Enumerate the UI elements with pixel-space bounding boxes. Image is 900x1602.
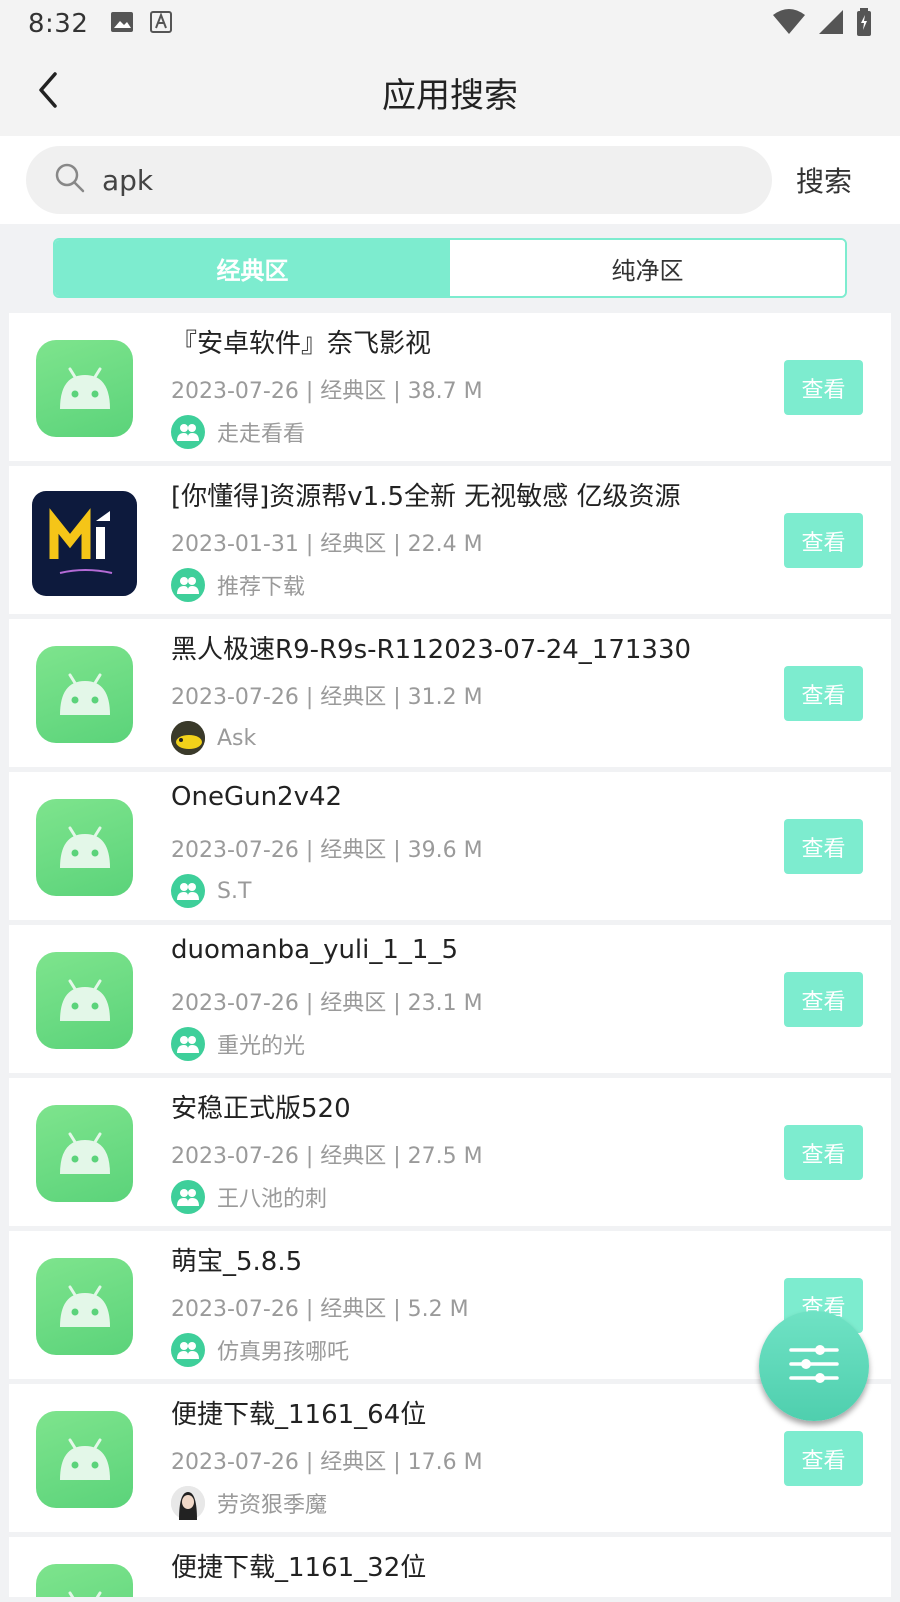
app-title: 『安卓软件』奈飞影视 [171, 329, 432, 359]
app-meta: 2023-07-26 | 经典区 | 27.5 M [171, 1144, 483, 1169]
android-icon [36, 799, 133, 896]
app-meta: 2023-07-26 | 经典区 | 39.6 M [171, 838, 483, 863]
view-button[interactable]: 查看 [784, 819, 863, 874]
user-group-icon [171, 874, 205, 908]
uploader-name: 仿真男孩哪吒 [217, 1340, 350, 1365]
list-item[interactable]: 『安卓软件』奈飞影视 2023-07-26 | 经典区 | 38.7 M 走走看… [9, 313, 891, 461]
android-icon [36, 1564, 133, 1597]
app-meta: 2023-07-26 | 经典区 | 23.1 M [171, 991, 483, 1016]
uploader-name: Ask [217, 725, 257, 751]
view-button[interactable]: 查看 [784, 360, 863, 415]
uploader[interactable]: 仿真男孩哪吒 [171, 1333, 349, 1367]
android-icon [36, 1411, 133, 1508]
app-title: duomanba_yuli_1_1_5 [171, 935, 459, 965]
uploader[interactable]: Ask [171, 721, 256, 755]
android-icon [36, 1105, 133, 1202]
app-list: 『安卓软件』奈飞影视 2023-07-26 | 经典区 | 38.7 M 走走看… [9, 313, 891, 1602]
status-bar: 8:32 [0, 0, 900, 48]
user-group-icon [171, 415, 205, 449]
uploader-name: S.T [217, 878, 252, 904]
uploader-name: 走走看看 [217, 422, 306, 447]
status-time: 8:32 [28, 9, 89, 39]
uploader[interactable]: 王八池的刺 [171, 1180, 327, 1214]
android-icon [36, 952, 133, 1049]
search-button[interactable]: 搜索 [796, 160, 852, 200]
view-button[interactable]: 查看 [784, 1125, 863, 1180]
user-group-icon [171, 1027, 205, 1061]
chevron-left-icon [33, 70, 63, 114]
view-button[interactable]: 查看 [784, 1431, 863, 1486]
android-icon [36, 646, 133, 743]
list-item[interactable]: 便捷下载_1161_64位 2023-07-26 | 经典区 | 17.6 M … [9, 1384, 891, 1532]
signal-icon [818, 9, 844, 39]
list-item[interactable]: 安稳正式版520 2023-07-26 | 经典区 | 27.5 M 王八池的刺… [9, 1078, 891, 1226]
sliders-icon [788, 1342, 840, 1390]
list-item[interactable]: OneGun2v42 2023-07-26 | 经典区 | 39.6 M S.T… [9, 772, 891, 920]
avatar [171, 721, 205, 755]
tab-classic[interactable]: 经典区 [55, 240, 450, 296]
uploader-name: 王八池的刺 [217, 1187, 328, 1212]
view-button[interactable]: 查看 [784, 666, 863, 721]
app-meta: 2023-01-31 | 经典区 | 22.4 M [171, 532, 483, 557]
search-box[interactable] [26, 146, 772, 214]
user-group-icon [171, 1180, 205, 1214]
image-icon [110, 11, 134, 37]
uploader[interactable]: 劳资狠季魔 [171, 1486, 327, 1520]
back-button[interactable] [22, 66, 74, 118]
app-meta: 2023-07-26 | 经典区 | 31.2 M [171, 685, 483, 710]
search-bar: 搜索 [0, 136, 900, 224]
uploader-name: 劳资狠季魔 [217, 1493, 328, 1518]
android-icon [36, 1258, 133, 1355]
zone-tabs: 经典区 纯净区 [53, 238, 847, 298]
app-title: 便捷下载_1161_64位 [171, 1400, 427, 1430]
app-meta: 2023-07-26 | 经典区 | 5.2 M [171, 1297, 469, 1322]
tab-pure[interactable]: 纯净区 [450, 240, 845, 296]
battery-icon [856, 8, 872, 40]
filter-button[interactable] [759, 1311, 869, 1421]
uploader-name: 重光的光 [217, 1034, 306, 1059]
uploader[interactable]: 推荐下载 [171, 568, 305, 602]
app-title: [你懂得]资源帮v1.5全新 无视敏感 亿级资源 [171, 482, 681, 512]
list-item[interactable]: 黑人极速R9-R9s-R112023-07-24_171330 2023-07-… [9, 619, 891, 767]
app-title: 萌宝_5.8.5 [171, 1247, 303, 1277]
list-item[interactable]: 便捷下载_1161_32位 [9, 1537, 891, 1597]
app-title: 安稳正式版520 [171, 1094, 351, 1124]
app-bar: 应用搜索 [0, 48, 900, 136]
wifi-icon [772, 9, 806, 39]
user-group-icon [171, 1333, 205, 1367]
android-icon [36, 340, 133, 437]
view-button[interactable]: 查看 [784, 513, 863, 568]
app-meta: 2023-07-26 | 经典区 | 38.7 M [171, 379, 483, 404]
search-icon [54, 162, 86, 198]
uploader[interactable]: S.T [171, 874, 251, 908]
app-title: 黑人极速R9-R9s-R112023-07-24_171330 [171, 635, 692, 665]
page-title: 应用搜索 [382, 75, 518, 116]
app-title: OneGun2v42 [171, 782, 343, 812]
uploader[interactable]: 走走看看 [171, 415, 305, 449]
app-meta: 2023-07-26 | 经典区 | 17.6 M [171, 1450, 483, 1475]
list-item[interactable]: duomanba_yuli_1_1_5 2023-07-26 | 经典区 | 2… [9, 925, 891, 1073]
list-item[interactable]: [你懂得]资源帮v1.5全新 无视敏感 亿级资源 2023-01-31 | 经典… [9, 466, 891, 614]
uploader[interactable]: 重光的光 [171, 1027, 305, 1061]
view-button[interactable]: 查看 [784, 972, 863, 1027]
search-input[interactable] [102, 163, 702, 197]
avatar [171, 1486, 205, 1520]
uploader-name: 推荐下载 [217, 575, 306, 600]
user-group-icon [171, 568, 205, 602]
font-icon [150, 11, 173, 37]
mi-logo-icon [32, 491, 137, 596]
app-title: 便捷下载_1161_32位 [171, 1553, 427, 1583]
